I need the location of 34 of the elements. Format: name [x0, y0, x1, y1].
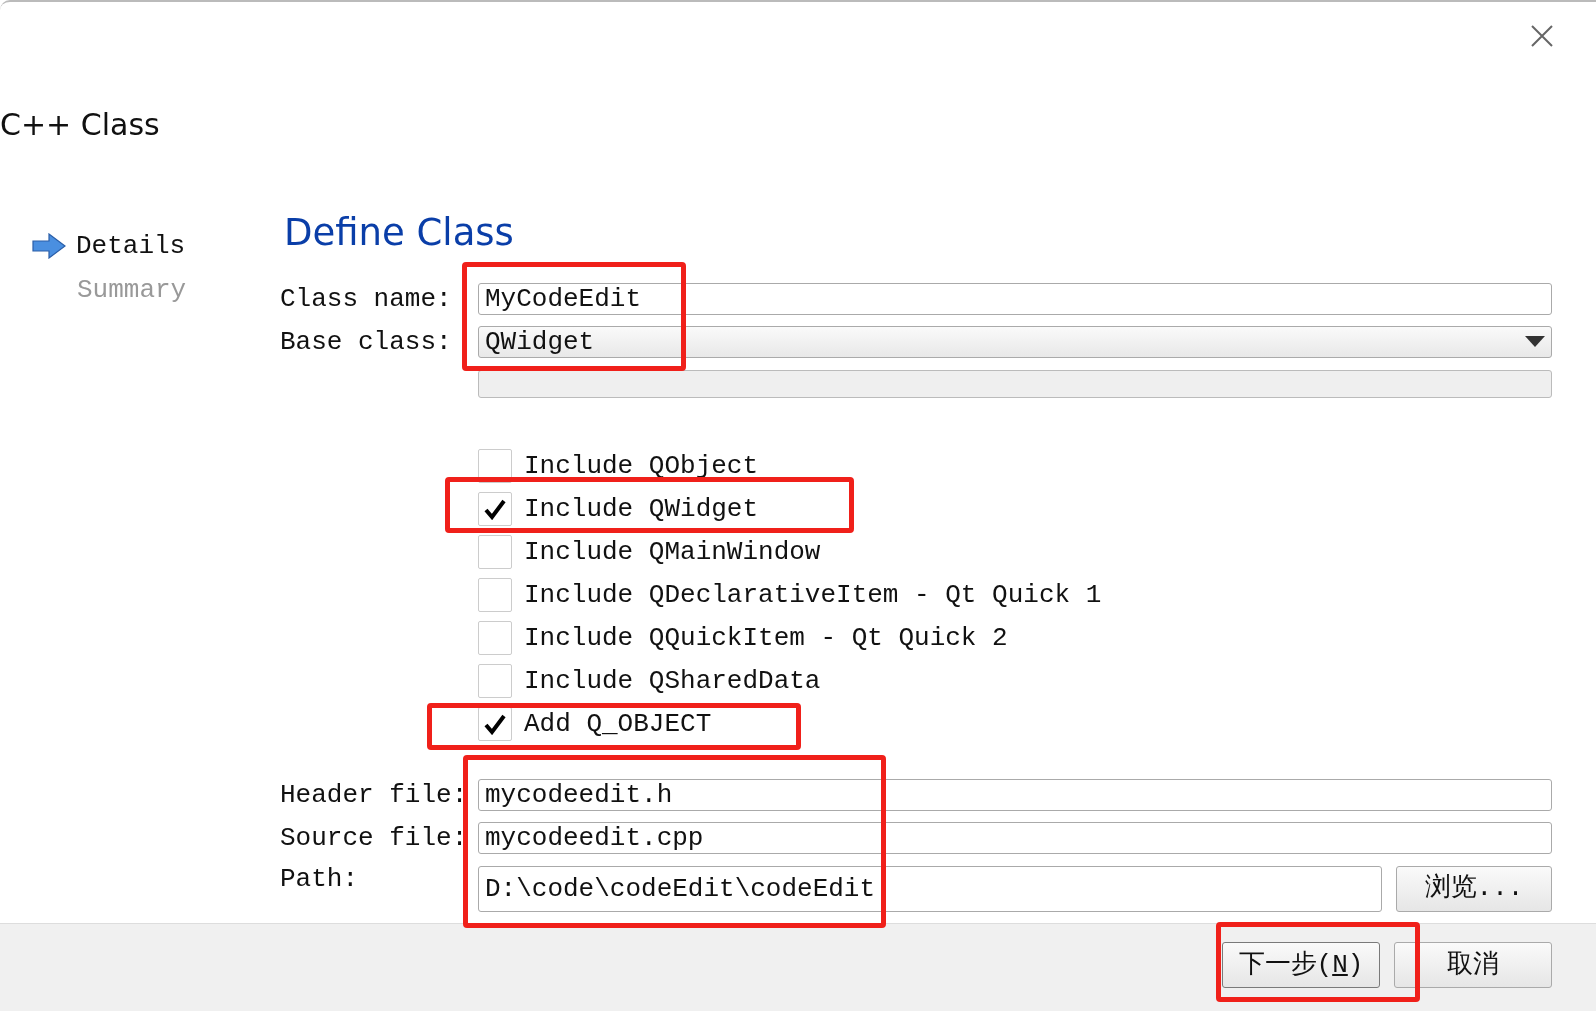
checkbox-label: Include QMainWindow [524, 539, 821, 565]
field-label: Path: [280, 862, 359, 896]
button[interactable]: 下一步(N) [1222, 942, 1380, 988]
input-field[interactable]: mycodeedit.h [478, 779, 1552, 811]
checkbox-label: Add Q_OBJECT [524, 711, 712, 737]
field-label: Header file: [280, 778, 469, 812]
field-label: Class name: [280, 282, 453, 316]
field-label: Base class: [280, 325, 453, 359]
page-title: Define Class [284, 210, 515, 256]
checkbox-label: Include QWidget [524, 496, 759, 522]
step-label: Summary [77, 273, 187, 307]
checkbox[interactable] [478, 578, 512, 612]
checkbox-label: Include QObject [524, 453, 759, 479]
checkbox[interactable] [478, 492, 512, 526]
input-field[interactable]: mycodeedit.cpp [478, 822, 1552, 854]
close-icon[interactable] [1530, 24, 1554, 48]
window-title: C++ Class [0, 106, 161, 144]
checkbox[interactable] [478, 535, 512, 569]
checkbox-label: Include QSharedData [524, 668, 821, 694]
input-field[interactable]: D:\code\codeEdit\codeEdit [478, 865, 1382, 912]
checkbox[interactable] [478, 664, 512, 698]
dropdown[interactable]: QWidget [478, 326, 1552, 358]
caret-icon [1525, 336, 1545, 348]
browse-button[interactable]: 浏览... [1396, 865, 1552, 912]
step-label: Details [76, 229, 186, 263]
checkbox[interactable] [478, 449, 512, 483]
input-field[interactable]: MyCodeEdit [478, 283, 1552, 315]
input-field[interactable] [478, 369, 1552, 398]
button[interactable]: 取消 [1394, 942, 1552, 988]
field-label: Source file: [280, 821, 469, 855]
checkbox[interactable] [478, 621, 512, 655]
checkbox[interactable] [478, 707, 512, 741]
checkbox-label: Include QDeclarativeItem - Qt Quick 1 [524, 582, 1102, 608]
checkbox-label: Include QQuickItem - Qt Quick 2 [524, 625, 1008, 651]
